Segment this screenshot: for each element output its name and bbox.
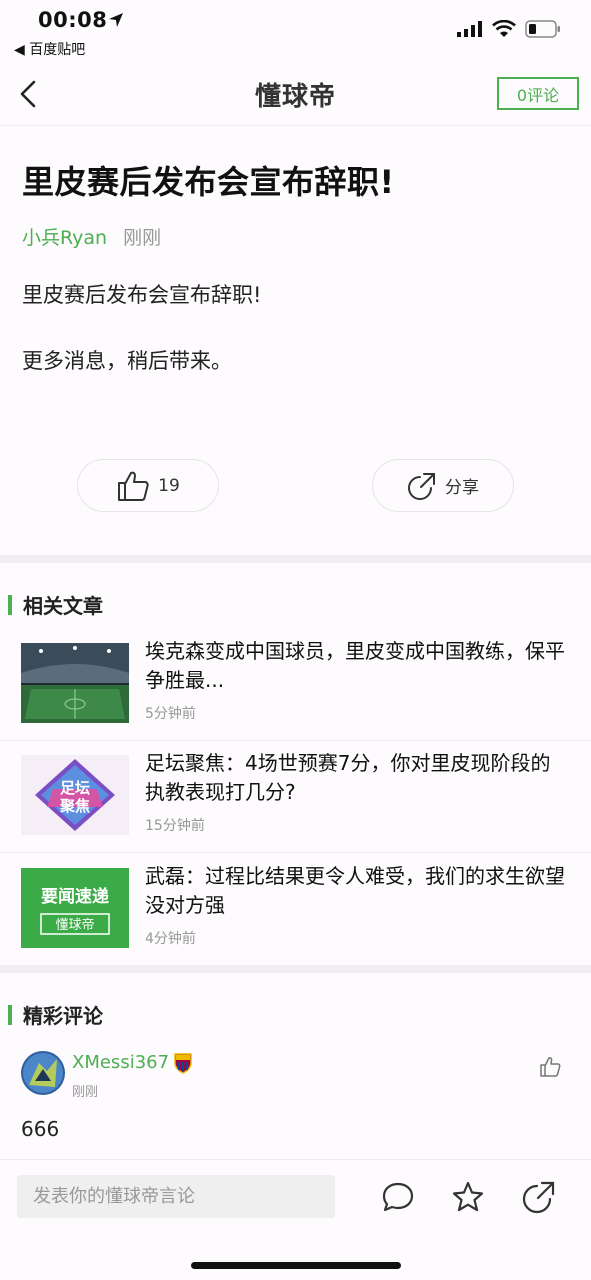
related-thumbnail-news: 要闻速递 懂球帝 — [21, 868, 129, 948]
comment-bubble-icon[interactable] — [381, 1180, 415, 1214]
avatar[interactable] — [21, 1051, 65, 1095]
like-button[interactable]: 19 — [77, 459, 219, 512]
back-to-app-link[interactable]: ◀ 百度贴吧 — [14, 39, 85, 59]
related-article-item[interactable]: 要闻速递 懂球帝 武磊：过程比结果更令人难受，我们的求生欲望没对方强 4分钟前 — [0, 854, 591, 966]
related-title: 埃克森变成中国球员，里皮变成中国教练，保平争胜最... — [145, 639, 565, 692]
related-section-header: 相关文章 — [8, 590, 103, 619]
related-title: 足坛聚焦：4场世预赛7分，你对里皮现阶段的执教表现打几分? — [145, 751, 551, 804]
related-article-item[interactable]: 埃克森变成中国球员，里皮变成中国教练，保平争胜最... 5分钟前 — [0, 629, 591, 741]
comment-text: 666 — [21, 1117, 60, 1141]
star-icon[interactable] — [451, 1180, 485, 1214]
battery-icon — [525, 20, 560, 38]
section-divider — [0, 555, 591, 563]
related-time: 4分钟前 — [145, 931, 196, 947]
location-arrow-icon — [109, 13, 123, 27]
thumb-text: 足坛 — [60, 779, 90, 797]
article-author[interactable]: 小兵Ryan — [22, 227, 107, 249]
status-bar: 00:08 ◀ 百度贴吧 — [0, 0, 591, 62]
status-indicators — [457, 20, 561, 38]
comments-section-header: 精彩评论 — [8, 1000, 103, 1029]
related-time: 5分钟前 — [145, 706, 196, 722]
nav-bar: 懂球帝 0评论 — [0, 62, 591, 126]
related-heading: 相关文章 — [23, 594, 103, 618]
thumb-text: 聚焦 — [59, 797, 90, 815]
comment-count-button[interactable]: 0评论 — [497, 77, 579, 110]
article-paragraph: 里皮赛后发布会宣布辞职! — [22, 283, 262, 307]
like-count: 19 — [158, 475, 180, 496]
share-icon — [408, 472, 435, 500]
section-divider — [0, 965, 591, 973]
share-icon[interactable] — [522, 1180, 556, 1214]
article-body: 里皮赛后发布会宣布辞职! 更多消息，稍后带来。 — [22, 279, 572, 411]
comment-like-icon[interactable] — [539, 1056, 561, 1078]
share-button[interactable]: 分享 — [372, 459, 514, 512]
thumbs-up-icon — [118, 471, 149, 501]
bottom-bar — [0, 1159, 591, 1280]
comment-username[interactable]: XMessi367 — [72, 1052, 169, 1073]
related-thumbnail-stadium — [21, 643, 129, 723]
home-indicator — [191, 1262, 401, 1269]
thumb-text: 懂球帝 — [55, 917, 94, 933]
related-article-item[interactable]: 足坛 聚焦 足坛聚焦：4场世预赛7分，你对里皮现阶段的执教表现打几分? 15分钟… — [0, 741, 591, 853]
wifi-icon — [492, 20, 516, 37]
comment-time: 刚刚 — [72, 1085, 99, 1100]
section-accent-bar — [8, 594, 12, 615]
section-accent-bar — [8, 1004, 12, 1025]
comments-heading: 精彩评论 — [23, 1004, 103, 1028]
comment-input[interactable] — [17, 1175, 335, 1218]
related-thumbnail-focus: 足坛 聚焦 — [21, 755, 129, 835]
thumb-text: 要闻速递 — [41, 886, 109, 907]
article-time: 刚刚 — [123, 227, 162, 249]
article-paragraph: 更多消息，稍后带来。 — [22, 349, 232, 373]
related-title: 武磊：过程比结果更令人难受，我们的求生欲望没对方强 — [145, 864, 565, 917]
related-time: 15分钟前 — [145, 818, 205, 834]
article: 里皮赛后发布会宣布辞职! 小兵Ryan 刚刚 里皮赛后发布会宣布辞职! 更多消息… — [0, 127, 591, 555]
club-badge-icon — [174, 1053, 192, 1074]
status-time: 00:08 — [38, 8, 108, 32]
share-label: 分享 — [445, 478, 479, 498]
signal-icon — [457, 21, 482, 37]
article-title: 里皮赛后发布会宣布辞职! — [22, 163, 395, 201]
article-meta: 小兵Ryan 刚刚 — [22, 223, 161, 250]
